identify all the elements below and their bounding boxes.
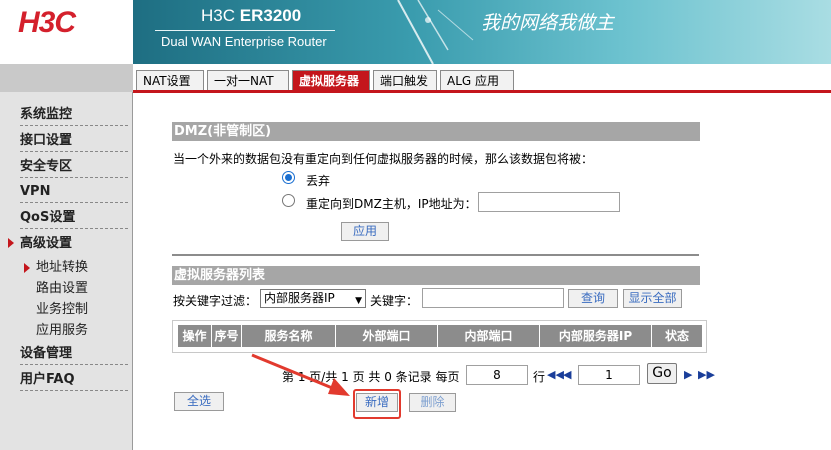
add-button-highlight xyxy=(353,389,401,419)
annotation-arrow-icon xyxy=(251,353,350,396)
